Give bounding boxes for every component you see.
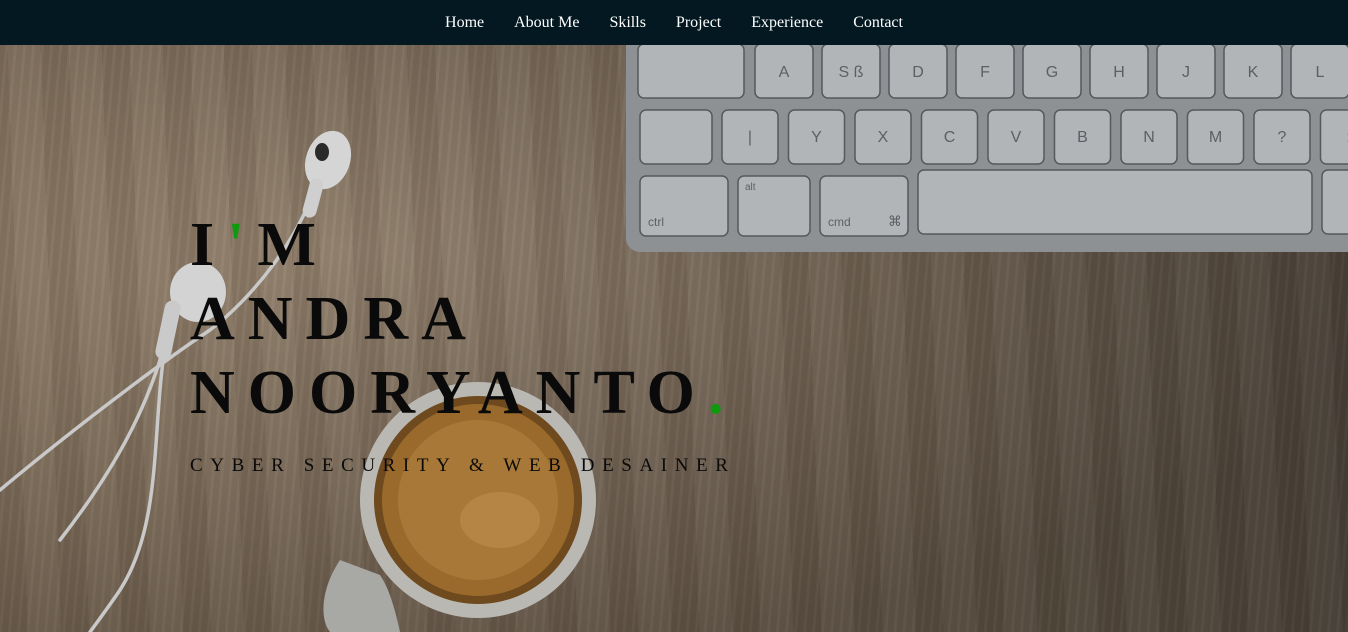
keyboard-key-label: H [1113,64,1125,81]
keyboard-key-label: X [878,129,889,146]
nav-home-link[interactable]: Home [430,14,499,31]
keyboard-key-label: K [1248,64,1259,81]
keyboard-key-label: L [1316,64,1325,81]
keyboard-key [1321,169,1348,235]
last-name-line: NOORYANTO. [190,356,736,430]
keyboard-key-label: Y [811,129,822,146]
nav-experience-link[interactable]: Experience [736,14,838,31]
keyboard-key-label: B [1077,129,1088,146]
keyboard-key-label: M [1209,129,1222,146]
nav-list: Home About Me Skills Project Experience … [430,14,918,32]
keyboard-key-label: cmd [828,215,851,229]
keyboard-key-label: N [1143,129,1155,146]
nav-project-link[interactable]: Project [661,14,736,31]
nav-skills-link[interactable]: Skills [594,14,660,31]
keyboard-key-label: alt [745,182,756,193]
keyboard-key [637,43,745,99]
keyboard-key-label: F [980,64,990,81]
greeting-start: I [190,211,228,279]
keyboard-key-label: C [944,129,956,146]
accent-dot: . [707,359,737,427]
keyboard-key-label: S ß [839,64,864,81]
accent-apostrophe: ' [227,211,258,279]
keyboard-key-label: A [779,64,790,81]
keyboard-key-label: V [1011,129,1022,146]
keyboard-key [917,169,1313,235]
top-navbar: Home About Me Skills Project Experience … [0,0,1348,45]
hero-heading: I'M ANDRA NOORYANTO. CYBER SECURITY & WE… [190,208,736,477]
keyboard-key-label: ? [1278,129,1287,146]
hero-tagline: CYBER SECURITY & WEB DESAINER [190,455,736,476]
hero-background: AS ßDFGHJKL |YXCVBNM?: ctrlaltcmd⌘ [0,0,1348,632]
keyboard-key [639,109,713,165]
first-name: ANDRA [190,285,479,353]
greeting-line: I'M [190,208,736,282]
earbud-right [302,130,352,218]
keyboard-key-label: G [1046,64,1058,81]
nav-contact-link[interactable]: Contact [838,14,918,31]
command-key-symbol: ⌘ [888,214,902,230]
keyboard-key-label: | [748,129,752,146]
nav-about-link[interactable]: About Me [499,14,594,31]
last-name: NOORYANTO [190,359,708,427]
keyboard-key-label: D [912,64,924,81]
greeting-end: M [257,211,329,279]
keyboard-key [1319,109,1348,165]
keyboard-key-label: J [1182,64,1190,81]
